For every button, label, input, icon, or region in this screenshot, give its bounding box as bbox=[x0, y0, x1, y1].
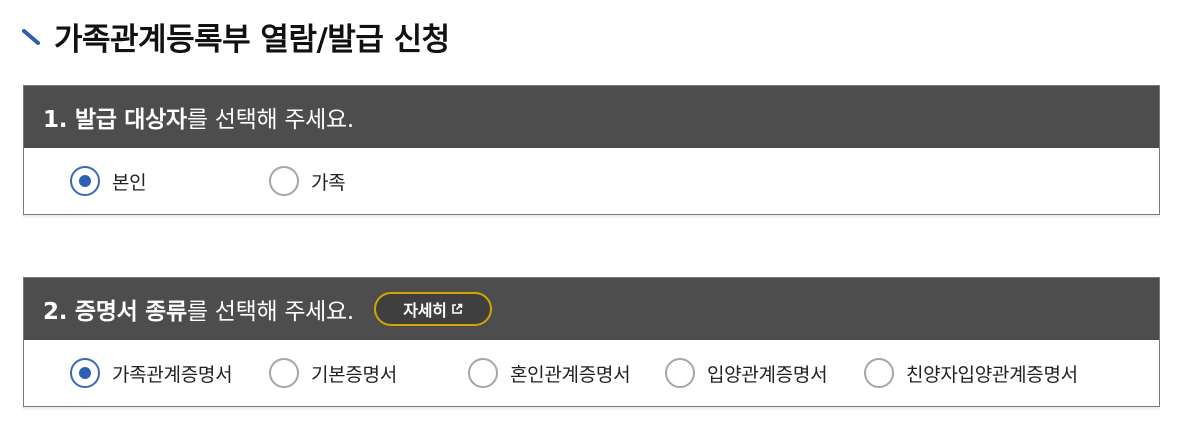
option-basic-cert-label: 기본증명서 bbox=[311, 363, 397, 386]
certificate-type-header: 2. 증명서 종류 를 선택해 주세요. 자세히 bbox=[24, 278, 1159, 340]
page: 가족관계등록부 열람/발급 신청 1. 발급 대상자 를 선택해 주세요. 본인… bbox=[0, 0, 1188, 440]
option-family-relation-cert-label: 가족관계증명서 bbox=[112, 363, 233, 386]
option-adoption-cert[interactable]: 입양관계증명서 bbox=[665, 340, 828, 406]
issue-target-header-bold: 1. 발급 대상자 bbox=[43, 107, 187, 133]
external-link-icon bbox=[451, 303, 462, 314]
option-marriage-cert[interactable]: 혼인관계증명서 bbox=[468, 340, 631, 406]
page-title-text: 가족관계등록부 열람/발급 신청 bbox=[54, 21, 450, 58]
option-family-relation-cert[interactable]: 가족관계증명서 bbox=[70, 340, 233, 406]
certificate-type-section: 2. 증명서 종류 를 선택해 주세요. 자세히 가족관계증명서 기본증명서 혼… bbox=[23, 277, 1160, 407]
option-full-adoption-cert[interactable]: 친양자입양관계증명서 bbox=[864, 340, 1078, 406]
option-family-label: 가족 bbox=[311, 171, 346, 194]
detail-button[interactable]: 자세히 bbox=[373, 292, 492, 326]
issue-target-section: 1. 발급 대상자 를 선택해 주세요. 본인 가족 bbox=[23, 85, 1160, 215]
radio-family-relation-cert[interactable] bbox=[70, 358, 100, 388]
radio-full-adoption-cert[interactable] bbox=[864, 358, 894, 388]
detail-button-label: 자세히 bbox=[403, 301, 447, 320]
certificate-type-options: 가족관계증명서 기본증명서 혼인관계증명서 입양관계증명서 친양자입양관계증명서 bbox=[24, 340, 1159, 406]
option-self-label: 본인 bbox=[112, 171, 147, 194]
radio-family[interactable] bbox=[269, 166, 299, 196]
radio-marriage-cert[interactable] bbox=[468, 358, 498, 388]
option-marriage-cert-label: 혼인관계증명서 bbox=[510, 363, 631, 386]
issue-target-header-rest: 를 선택해 주세요. bbox=[186, 107, 354, 133]
issue-target-header: 1. 발급 대상자 를 선택해 주세요. bbox=[24, 86, 1159, 148]
option-family[interactable]: 가족 bbox=[269, 148, 346, 214]
title-accent-icon bbox=[22, 29, 40, 45]
option-full-adoption-cert-label: 친양자입양관계증명서 bbox=[906, 363, 1078, 386]
option-basic-cert[interactable]: 기본증명서 bbox=[269, 340, 397, 406]
radio-basic-cert[interactable] bbox=[269, 358, 299, 388]
issue-target-options: 본인 가족 bbox=[24, 148, 1159, 214]
page-title: 가족관계등록부 열람/발급 신청 bbox=[22, 12, 450, 60]
section-2-shadow bbox=[23, 407, 1160, 411]
section-1-shadow bbox=[23, 215, 1160, 219]
certificate-type-header-bold: 2. 증명서 종류 bbox=[43, 299, 187, 325]
radio-self[interactable] bbox=[70, 166, 100, 196]
radio-adoption-cert[interactable] bbox=[665, 358, 695, 388]
option-adoption-cert-label: 입양관계증명서 bbox=[707, 363, 828, 386]
certificate-type-header-rest: 를 선택해 주세요. bbox=[186, 299, 354, 325]
option-self[interactable]: 본인 bbox=[70, 148, 147, 214]
